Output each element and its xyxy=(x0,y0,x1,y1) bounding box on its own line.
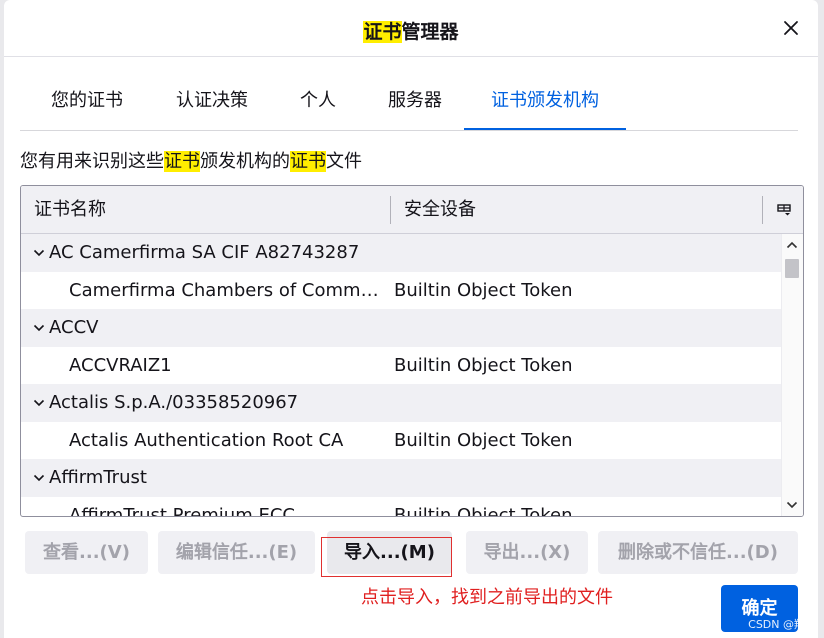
vertical-scrollbar[interactable] xyxy=(781,234,803,516)
column-separator[interactable] xyxy=(762,196,763,224)
close-icon xyxy=(784,21,798,35)
dialog-title: 证书管理器 xyxy=(4,17,818,44)
security-device: Builtin Object Token xyxy=(394,429,573,451)
export-button[interactable]: 导出...(X) xyxy=(466,531,588,574)
scrollbar-thumb[interactable] xyxy=(785,259,799,278)
group-name: AC Camerfirma SA CIF A82743287 xyxy=(49,242,360,263)
group-name: ACCV xyxy=(49,317,99,338)
desc-highlight: 证书 xyxy=(164,151,200,172)
view-button[interactable]: 查看...(V) xyxy=(25,531,148,574)
security-device: Builtin Object Token xyxy=(394,354,573,376)
annotation-text: 点击导入，找到之前导出的文件 xyxy=(361,587,613,608)
tab-your-certificates[interactable]: 您的证书 xyxy=(20,78,154,128)
certificate-name: AffirmTrust Premium ECC xyxy=(69,504,295,517)
desc-part: 您有用来识别这些 xyxy=(20,151,164,172)
group-name: Actalis S.p.A./03358520967 xyxy=(49,392,299,413)
watermark: CSDN @翔域 xyxy=(748,618,816,631)
desc-part: 文件 xyxy=(326,151,362,172)
certificate-manager-dialog: 证书管理器 您的证书 认证决策 个人 服务器 证书颁发机构 您有用来识别这些证书… xyxy=(4,0,818,638)
column-separator[interactable] xyxy=(390,196,391,224)
chevron-down-icon[interactable] xyxy=(31,234,47,271)
table-body: AC Camerfirma SA CIF A82743287 Camerfirm… xyxy=(21,234,782,516)
description-text: 您有用来识别这些证书颁发机构的证书文件 xyxy=(20,147,362,173)
scroll-up-arrow-icon[interactable] xyxy=(785,238,799,252)
table-header: 证书名称 安全设备 xyxy=(21,186,803,234)
scroll-down-arrow-icon[interactable] xyxy=(785,498,799,512)
title-highlight: 证书 xyxy=(363,21,402,43)
certificate-tree[interactable]: 证书名称 安全设备 AC Camerfirma SA CIF A82743287… xyxy=(20,185,804,517)
annotation-highlight-box xyxy=(321,537,452,577)
chevron-down-icon[interactable] xyxy=(31,459,47,496)
chevron-down-icon[interactable] xyxy=(31,309,47,346)
close-button[interactable] xyxy=(778,15,804,41)
column-header-name[interactable]: 证书名称 xyxy=(34,186,106,233)
title-text: 管理器 xyxy=(401,21,459,43)
certificate-name: ACCVRAIZ1 xyxy=(69,354,172,376)
column-picker-button[interactable] xyxy=(765,186,803,233)
column-header-device[interactable]: 安全设备 xyxy=(404,186,476,233)
table-row-group[interactable]: AC Camerfirma SA CIF A82743287 xyxy=(21,234,782,272)
table-row[interactable]: ACCVRAIZ1 Builtin Object Token xyxy=(21,347,782,385)
table-row-group[interactable]: Actalis S.p.A./03358520967 xyxy=(21,384,782,422)
tab-authentication-decisions[interactable]: 认证决策 xyxy=(156,78,268,128)
security-device: Builtin Object Token xyxy=(394,504,573,517)
group-name: AffirmTrust xyxy=(49,467,147,488)
table-row-group[interactable]: ACCV xyxy=(21,309,782,347)
desc-highlight: 证书 xyxy=(290,151,326,172)
table-row[interactable]: AffirmTrust Premium ECC Builtin Object T… xyxy=(21,497,782,517)
tab-authorities[interactable]: 证书颁发机构 xyxy=(464,78,626,130)
title-bar: 证书管理器 xyxy=(4,0,818,57)
table-row[interactable]: Camerfirma Chambers of Commerce Root Bui… xyxy=(21,272,782,310)
certificate-name: Camerfirma Chambers of Commerce Root xyxy=(69,279,389,301)
table-row-group[interactable]: AffirmTrust xyxy=(21,459,782,497)
tab-bar: 您的证书 认证决策 个人 服务器 证书颁发机构 xyxy=(20,78,798,131)
edit-trust-button[interactable]: 编辑信任...(E) xyxy=(158,531,315,574)
certificate-name: Actalis Authentication Root CA xyxy=(69,429,344,451)
tab-servers[interactable]: 服务器 xyxy=(366,78,464,128)
tab-people[interactable]: 个人 xyxy=(280,78,356,128)
security-device: Builtin Object Token xyxy=(394,279,573,301)
table-row[interactable]: Actalis Authentication Root CA Builtin O… xyxy=(21,422,782,460)
delete-or-distrust-button[interactable]: 删除或不信任...(D) xyxy=(598,531,798,574)
chevron-down-icon[interactable] xyxy=(31,384,47,421)
desc-part: 颁发机构的 xyxy=(200,151,290,172)
column-picker-icon xyxy=(777,203,791,215)
